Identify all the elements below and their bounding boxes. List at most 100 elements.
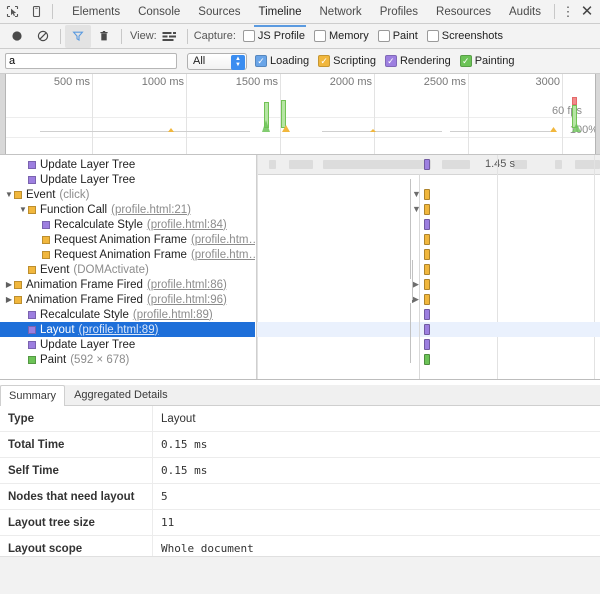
trash-icon[interactable] (91, 25, 117, 48)
chevron-right-icon[interactable]: ▶ (4, 280, 14, 289)
filter-scripting[interactable]: ✓ Scripting (318, 55, 376, 67)
chevron-right-icon[interactable]: ▶ (4, 295, 14, 304)
tree-row[interactable]: Update Layer Tree (0, 337, 255, 352)
tree-row-source-link[interactable]: (profile.html:86) (147, 279, 227, 291)
checkbox-screenshots[interactable] (427, 30, 439, 42)
capture-memory-label: Memory (329, 30, 369, 42)
tree-row[interactable]: Recalculate Style(profile.html:84) (0, 217, 255, 232)
capture-js-profile[interactable]: JS Profile (243, 30, 305, 42)
waterfall-chip (442, 160, 470, 169)
waterfall-event-bar[interactable] (424, 279, 430, 290)
tree-row[interactable]: Request Animation Frame(profile.htm… (0, 247, 255, 262)
tree-row-title: Recalculate Style (40, 309, 129, 321)
timeline-overview[interactable]: 500 ms 1000 ms 1500 ms 2000 ms 2500 ms 3… (0, 74, 600, 155)
checkbox-js-profile[interactable] (243, 30, 255, 42)
waterfall-chevron-right-icon[interactable]: ▶ (412, 279, 419, 290)
waterfall-event-bar[interactable] (424, 204, 430, 215)
checkbox-scripting[interactable]: ✓ (318, 55, 330, 67)
cpu-spark (322, 131, 442, 132)
tree-row-title: Event (40, 264, 69, 276)
waterfall-event-bar[interactable] (424, 249, 430, 260)
checkbox-paint[interactable] (378, 30, 390, 42)
tree-row[interactable]: ▼Function Call(profile.html:21) (0, 202, 255, 217)
tree-row-source-link[interactable]: (profile.html:84) (147, 219, 227, 231)
capture-options: JS Profile Memory Paint Screenshots (243, 30, 512, 42)
tab-resources[interactable]: Resources (427, 1, 500, 23)
waterfall-event-bar[interactable] (424, 324, 430, 335)
checkbox-rendering[interactable]: ✓ (385, 55, 397, 67)
inspect-cursor-icon[interactable] (0, 0, 24, 23)
tab-audits[interactable]: Audits (500, 1, 550, 23)
waterfall-event-bar[interactable] (424, 219, 430, 230)
capture-paint[interactable]: Paint (378, 30, 418, 42)
search-input[interactable] (5, 53, 177, 69)
waterfall-event-bar[interactable] (424, 159, 430, 170)
tree-row-source-link[interactable]: (profile.html:21) (111, 204, 191, 216)
waterfall-event-bar[interactable] (424, 264, 430, 275)
tree-row-source-link[interactable]: (profile.htm… (191, 234, 255, 246)
tree-row-subtitle: (DOMActivate) (73, 264, 148, 276)
tree-row-source-link[interactable]: (profile.html:89) (79, 324, 159, 336)
flame-chart-view-icon[interactable] (157, 25, 183, 48)
tree-row[interactable]: Request Animation Frame(profile.htm… (0, 232, 255, 247)
timeline-filter-bar: All ▲▼ ✓ Loading ✓ Scripting ✓ Rendering… (0, 49, 600, 74)
capture-label: Capture: (194, 30, 236, 42)
record-circle-icon[interactable] (4, 25, 30, 48)
checkbox-painting[interactable]: ✓ (460, 55, 472, 67)
filter-rendering[interactable]: ✓ Rendering (385, 55, 451, 67)
tree-row-source-link[interactable]: (profile.html:89) (133, 309, 213, 321)
device-toggle-icon[interactable] (24, 0, 48, 23)
waterfall-chip (575, 160, 600, 169)
waterfall-event-bar[interactable] (424, 309, 430, 320)
category-select[interactable]: All ▲▼ (187, 53, 247, 70)
event-tree-pane[interactable]: Update Layer TreeUpdate Layer Tree▼Event… (0, 155, 255, 379)
tab-summary[interactable]: Summary (0, 385, 65, 406)
tree-row[interactable]: Update Layer Tree (0, 157, 255, 172)
waterfall-event-bar[interactable] (424, 339, 430, 350)
tab-aggregated-details[interactable]: Aggregated Details (65, 384, 177, 405)
tree-row[interactable]: ▼Event(click) (0, 187, 255, 202)
tree-row[interactable]: ▶Animation Frame Fired(profile.html:86) (0, 277, 255, 292)
tree-row[interactable]: Recalculate Style (profile.html:89) (0, 307, 255, 322)
tab-network[interactable]: Network (311, 1, 371, 23)
event-category-swatch (42, 236, 50, 244)
checkbox-loading[interactable]: ✓ (255, 55, 267, 67)
tab-sources[interactable]: Sources (189, 1, 249, 23)
filter-painting[interactable]: ✓ Painting (460, 55, 515, 67)
waterfall-pane[interactable]: 1.45 s ▼▼▶▶ (256, 155, 600, 379)
tab-timeline[interactable]: Timeline (249, 1, 310, 23)
waterfall-event-bar[interactable] (424, 354, 430, 365)
more-options-icon[interactable]: ⋮ (559, 4, 577, 20)
waterfall-event-bar[interactable] (424, 234, 430, 245)
waterfall-event-bar[interactable] (424, 294, 430, 305)
chevron-down-icon[interactable]: ▼ (4, 190, 14, 199)
tab-profiles[interactable]: Profiles (371, 1, 427, 23)
capture-memory[interactable]: Memory (314, 30, 369, 42)
tree-row-source-link[interactable]: (profile.html:96) (147, 294, 227, 306)
tree-row-subtitle: (592 × 678) (70, 354, 129, 366)
clear-no-entry-icon[interactable] (30, 25, 56, 48)
filter-funnel-icon[interactable] (65, 25, 91, 48)
filter-loading[interactable]: ✓ Loading (255, 55, 309, 67)
event-category-swatch (28, 176, 36, 184)
close-icon[interactable]: ✕ (577, 5, 597, 19)
devtools-toolbar: Elements Console Sources Timeline Networ… (0, 0, 600, 24)
checkbox-memory[interactable] (314, 30, 326, 42)
tab-console[interactable]: Console (129, 1, 189, 23)
tree-row-selected[interactable]: Layout(profile.html:89) (0, 322, 255, 337)
tree-row[interactable]: Paint(592 × 678) (0, 352, 255, 367)
tree-row[interactable]: Update Layer Tree (0, 172, 255, 187)
filter-painting-label: Painting (475, 55, 515, 67)
chevron-down-icon[interactable]: ▼ (18, 205, 28, 214)
tree-row-source-link[interactable]: (profile.htm… (191, 249, 255, 261)
overview-window-left-handle[interactable] (0, 74, 6, 154)
waterfall-chevron-right-icon[interactable]: ▶ (412, 294, 419, 305)
tree-row[interactable]: Event (DOMActivate) (0, 262, 255, 277)
capture-screenshots[interactable]: Screenshots (427, 30, 503, 42)
waterfall-event-bar[interactable] (424, 189, 430, 200)
overview-window-right-handle[interactable] (595, 74, 600, 154)
detail-key: Type (0, 406, 153, 431)
tab-elements[interactable]: Elements (63, 1, 129, 23)
tree-row[interactable]: ▶Animation Frame Fired(profile.html:96) (0, 292, 255, 307)
overview-tick-500: 500 ms (92, 74, 93, 154)
